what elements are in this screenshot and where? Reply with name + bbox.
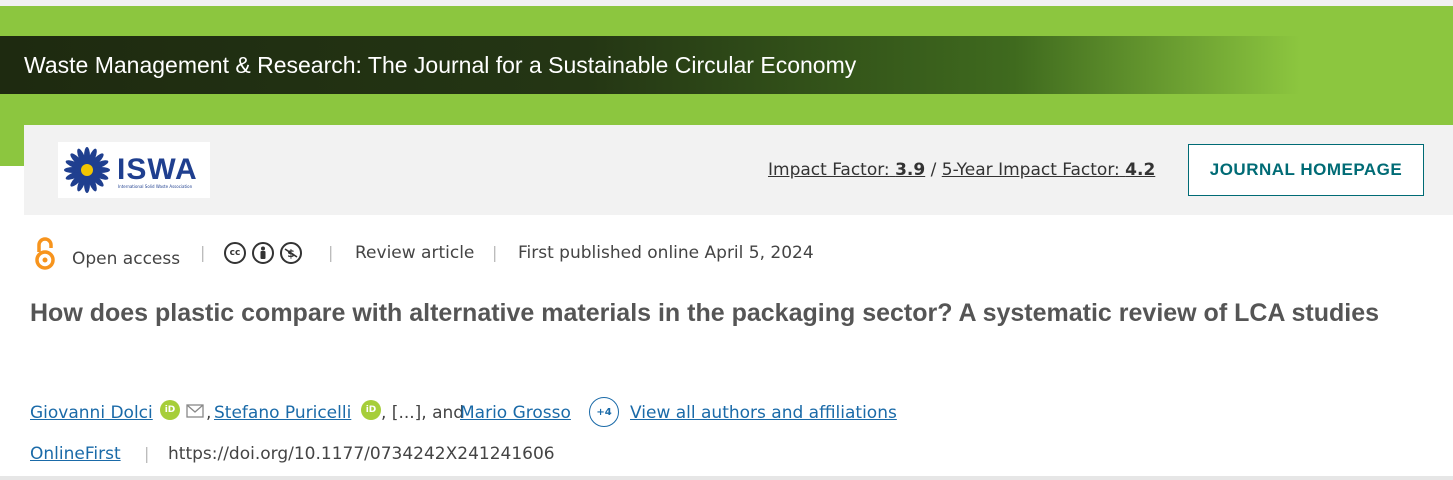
open-access-icon bbox=[35, 237, 55, 270]
open-access-label: Open access bbox=[72, 249, 181, 269]
author-link-grosso[interactable]: Mario Grosso bbox=[460, 403, 571, 423]
publication-date: First published online April 5, 2024 bbox=[518, 243, 814, 263]
article-meta-row: Open access | cc $ | Review article | Fi… bbox=[32, 236, 1432, 272]
iswa-logo[interactable]: ISWA International Solid Waste Associati… bbox=[58, 142, 210, 198]
author-link-dolci[interactable]: Giovanni Dolci bbox=[30, 403, 153, 423]
impact-separator: / bbox=[930, 160, 937, 180]
cc-icon: cc bbox=[224, 242, 246, 264]
doi-separator: | bbox=[144, 444, 150, 463]
author-link-puricelli[interactable]: Stefano Puricelli bbox=[214, 403, 351, 423]
authors-ellipsis: , [...], and bbox=[381, 403, 465, 423]
onlinefirst-link[interactable]: OnlineFirst bbox=[30, 444, 121, 464]
journal-title[interactable]: Waste Management & Research: The Journal… bbox=[24, 52, 856, 79]
orcid-icon[interactable]: iD bbox=[160, 400, 180, 420]
five-year-impact-link[interactable]: 5-Year Impact Factor: 4.2 bbox=[942, 160, 1156, 180]
bottom-divider bbox=[0, 476, 1453, 480]
more-authors-badge[interactable]: +4 bbox=[589, 397, 619, 427]
article-title: How does plastic compare with alternativ… bbox=[30, 299, 1380, 327]
flower-icon bbox=[64, 147, 110, 193]
by-icon bbox=[252, 242, 274, 264]
license-icons[interactable]: cc $ bbox=[224, 242, 302, 264]
doi-text[interactable]: https://doi.org/10.1177/0734242X24124160… bbox=[168, 444, 555, 464]
meta-separator: | bbox=[328, 243, 334, 262]
orcid-icon[interactable]: iD bbox=[361, 400, 381, 420]
logo-subtext: International Solid Waste Association bbox=[118, 184, 193, 189]
logo-wordmark: ISWA bbox=[117, 153, 198, 186]
author-comma: , bbox=[206, 403, 212, 423]
article-type: Review article bbox=[355, 243, 475, 263]
impact-factors: Impact Factor: 3.9 / 5-Year Impact Facto… bbox=[768, 160, 1155, 180]
nc-icon: $ bbox=[280, 242, 302, 264]
view-all-authors-link[interactable]: View all authors and affiliations bbox=[630, 403, 897, 423]
meta-separator: | bbox=[492, 243, 498, 262]
journal-homepage-button[interactable]: JOURNAL HOMEPAGE bbox=[1188, 144, 1424, 196]
email-icon[interactable] bbox=[186, 404, 204, 418]
journal-title-bar: Waste Management & Research: The Journal… bbox=[0, 36, 1300, 94]
meta-separator: | bbox=[200, 243, 206, 262]
journal-info-bar: ISWA International Solid Waste Associati… bbox=[24, 125, 1453, 215]
impact-factor-link[interactable]: Impact Factor: 3.9 bbox=[768, 160, 925, 180]
doi-row: OnlineFirst | https://doi.org/10.1177/07… bbox=[30, 444, 1430, 470]
authors-row: Giovanni Dolci iD , Stefano Puricelli iD… bbox=[30, 397, 1430, 430]
